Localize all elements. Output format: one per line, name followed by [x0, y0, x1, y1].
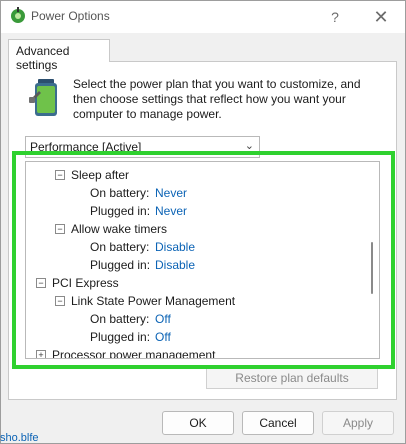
- tab-advanced-settings[interactable]: Advanced settings: [8, 39, 110, 72]
- power-options-icon: [11, 7, 25, 23]
- settings-tree[interactable]: − Sleep after On battery: Never Plugged …: [25, 161, 380, 359]
- setting-value[interactable]: Off: [155, 328, 171, 346]
- title-bar[interactable]: Power Options ? ✕: [1, 1, 405, 33]
- setting-label: On battery:: [90, 312, 150, 326]
- close-button[interactable]: ✕: [367, 5, 395, 29]
- tree-row-wake-timers[interactable]: − Allow wake timers: [26, 220, 363, 238]
- battery-plan-icon: [29, 79, 57, 116]
- window-title: Power Options: [31, 9, 110, 23]
- tree-label: PCI Express: [52, 276, 119, 290]
- setting-label: Plugged in:: [90, 204, 151, 218]
- background-window-text: sho.blfe: [0, 432, 39, 444]
- collapse-icon[interactable]: −: [36, 278, 46, 288]
- tree-row-pci-express[interactable]: − PCI Express: [26, 274, 363, 292]
- collapse-icon[interactable]: −: [55, 224, 65, 234]
- setting-label: On battery:: [90, 240, 150, 254]
- tree-label: Link State Power Management: [71, 294, 236, 308]
- tree-scrollbar[interactable]: [365, 162, 379, 358]
- tree-row-link-state[interactable]: − Link State Power Management: [26, 292, 363, 310]
- tree-row-wake-on-battery[interactable]: On battery: Disable: [26, 238, 363, 256]
- tree-row-link-plugged-in[interactable]: Plugged in: Off: [26, 328, 363, 346]
- tree-label: Sleep after: [71, 168, 130, 182]
- tree-row-sleep-plugged-in[interactable]: Plugged in: Never: [26, 202, 363, 220]
- restore-plan-defaults-button[interactable]: Restore plan defaults: [206, 367, 378, 389]
- expand-icon[interactable]: +: [36, 350, 46, 358]
- power-options-window: Power Options ? ✕ Advanced settings Sele…: [0, 0, 406, 444]
- collapse-icon[interactable]: −: [55, 170, 65, 180]
- tab-label: Advanced settings: [16, 44, 70, 72]
- settings-tree-content: − Sleep after On battery: Never Plugged …: [26, 166, 363, 359]
- tree-row-sleep-on-battery[interactable]: On battery: Never: [26, 184, 363, 202]
- apply-button[interactable]: Apply: [322, 411, 394, 435]
- setting-value[interactable]: Disable: [155, 256, 195, 274]
- setting-label: Plugged in:: [90, 258, 151, 272]
- cancel-button[interactable]: Cancel: [242, 411, 314, 435]
- collapse-icon[interactable]: −: [55, 296, 65, 306]
- tree-row-wake-plugged-in[interactable]: Plugged in: Disable: [26, 256, 363, 274]
- setting-value[interactable]: Never: [155, 202, 187, 220]
- plan-select-value: Performance [Active]: [30, 140, 142, 154]
- tree-row-processor[interactable]: + Processor power management: [26, 346, 363, 359]
- help-button[interactable]: ?: [321, 5, 349, 29]
- tree-row-link-on-battery[interactable]: On battery: Off: [26, 310, 363, 328]
- tree-label: Allow wake timers: [71, 222, 168, 236]
- tree-label: Processor power management: [52, 348, 216, 359]
- power-plan-dropdown[interactable]: Performance [Active] ⌄: [25, 136, 260, 158]
- setting-label: On battery:: [90, 186, 150, 200]
- scrollbar-thumb[interactable]: [371, 242, 373, 294]
- tree-row-sleep-after[interactable]: − Sleep after: [26, 166, 363, 184]
- chevron-down-icon: ⌄: [244, 140, 254, 152]
- setting-value[interactable]: Disable: [155, 238, 195, 256]
- setting-label: Plugged in:: [90, 330, 151, 344]
- description-text: Select the power plan that you want to c…: [73, 77, 361, 121]
- ok-button[interactable]: OK: [162, 411, 234, 435]
- setting-value[interactable]: Off: [155, 310, 171, 328]
- setting-value[interactable]: Never: [155, 184, 187, 202]
